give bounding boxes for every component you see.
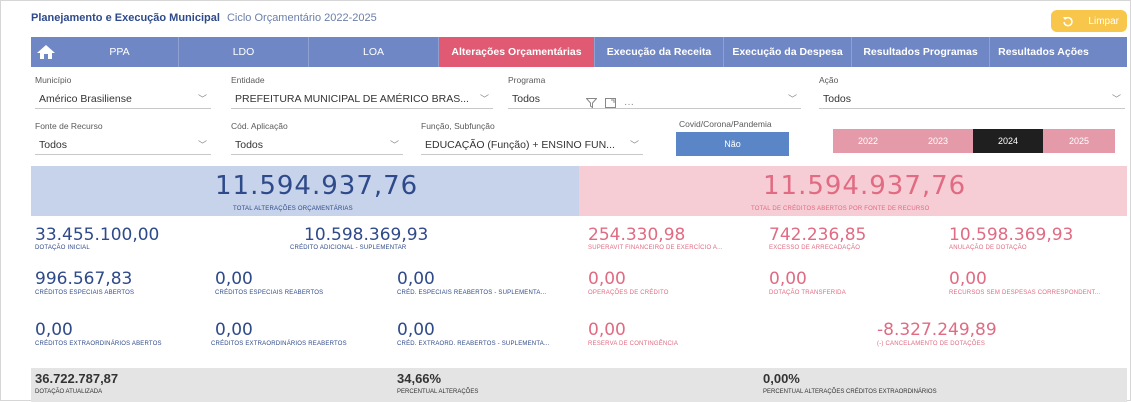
- tab-execucao-despesa[interactable]: Execução da Despesa: [724, 37, 852, 67]
- cred-especiais-reab-supl-value: 0,00: [397, 269, 435, 289]
- cod-aplicacao-label: Cód. Aplicação: [231, 121, 288, 131]
- percentual-alteracoes-value: 34,66%: [397, 371, 442, 386]
- cancelamento-label: (-) CANCELAMENTO DE DOTAÇÕES: [877, 341, 986, 347]
- chevron-down-icon: ﹀: [197, 140, 207, 150]
- credito-suplementar-label: CRÉDITO ADICIONAL - SUPLEMENTAR: [290, 245, 407, 251]
- total-alteracoes-value: 11.594.937,76: [215, 171, 419, 201]
- app-title: Planejamento e Execução Municipal: [31, 12, 220, 24]
- funcao-select[interactable]: EDUCAÇÃO (Função) + ENSINO FUN... ﹀: [421, 135, 643, 155]
- percentual-extra-value: 0,00%: [763, 371, 800, 386]
- tab-resultados-acoes[interactable]: Resultados Ações: [990, 37, 1097, 67]
- tab-execucao-receita[interactable]: Execução da Receita: [595, 37, 724, 67]
- recursos-sem-despesas-label: RECURSOS SEM DESPESAS CORRESPONDENT...: [949, 290, 1101, 296]
- chevron-down-icon: ﹀: [197, 94, 207, 104]
- main-nav: PPA LDO LOA Alterações Orçamentárias Exe…: [31, 37, 1127, 67]
- total-creditos-value: 11.594.937,76: [763, 171, 967, 201]
- credito-suplementar-value: 10.598.369,93: [304, 225, 429, 245]
- municipio-label: Município: [35, 75, 72, 85]
- acao-select[interactable]: Todos ﹀: [819, 89, 1125, 109]
- home-icon: [37, 45, 55, 59]
- cred-extra-reab-supl-label: CRÉD. EXTRAORD. REABERTOS - SUPLEMENTA..…: [397, 341, 550, 347]
- tab-alteracoes-orcamentarias[interactable]: Alterações Orçamentárias: [439, 37, 595, 67]
- fonte-value: Todos: [39, 138, 68, 151]
- chevron-down-icon: ﹀: [479, 94, 489, 104]
- undo-icon: [1063, 16, 1074, 27]
- dotacao-inicial-label: DOTAÇÃO INICIAL: [35, 245, 90, 251]
- dashboard-frame: Planejamento e Execução Municipal Ciclo …: [0, 0, 1131, 402]
- total-alteracoes-label: TOTAL ALTERAÇÕES ORÇAMENTÁRIAS: [233, 206, 353, 212]
- percentual-extra-label: PERCENTUAL ALTERAÇÕES CRÉDITOS EXTRAORDI…: [763, 389, 937, 395]
- chevron-down-icon: ﹀: [629, 140, 639, 150]
- entidade-select[interactable]: PREFEITURA MUNICIPAL DE AMÉRICO BRAS... …: [231, 89, 493, 109]
- dotacao-transferida-value: 0,00: [769, 269, 807, 289]
- programa-select[interactable]: Todos ﹀: [508, 89, 801, 109]
- tab-resultados-programas[interactable]: Resultados Programas: [852, 37, 990, 67]
- cred-extra-reab-supl-value: 0,00: [397, 320, 435, 340]
- fonte-select[interactable]: Todos ﹀: [35, 135, 211, 155]
- excesso-label: EXCESSO DE ARRECADAÇÃO: [769, 245, 861, 251]
- anulacao-label: ANULAÇÃO DE DOTAÇÃO: [949, 245, 1027, 251]
- recursos-sem-despesas-value: 0,00: [949, 269, 987, 289]
- clear-filters-button[interactable]: Limpar: [1051, 10, 1127, 32]
- year-2023-button[interactable]: 2023: [903, 129, 973, 153]
- reserva-label: RESERVA DE CONTINGÊNCIA: [588, 341, 679, 347]
- covid-toggle-button[interactable]: Não: [676, 132, 789, 156]
- covid-label: Covid/Corona/Pandemia: [679, 119, 772, 129]
- dotacao-inicial-value: 33.455.100,00: [35, 225, 160, 245]
- tab-ppa[interactable]: PPA: [61, 37, 179, 67]
- cancelamento-value: -8.327.249,89: [877, 320, 997, 340]
- year-2022-button[interactable]: 2022: [833, 129, 903, 153]
- year-2024-button[interactable]: 2024: [973, 129, 1043, 153]
- superavit-value: 254.330,98: [588, 225, 686, 245]
- focus-mode-icon[interactable]: [605, 98, 616, 111]
- especiais-reabertos-label: CRÉDITOS ESPECIAIS REABERTOS: [215, 290, 324, 296]
- fonte-label: Fonte de Recurso: [35, 121, 103, 131]
- extra-abertos-value: 0,00: [35, 320, 73, 340]
- nav-home[interactable]: [31, 37, 61, 67]
- municipio-select[interactable]: Américo Brasiliense ﹀: [35, 89, 211, 109]
- extra-abertos-label: CRÉDITOS EXTRAORDINÁRIOS ABERTOS: [35, 341, 162, 347]
- cod-aplicacao-select[interactable]: Todos ﹀: [231, 135, 403, 155]
- funcao-value: EDUCAÇÃO (Função) + ENSINO FUN...: [425, 138, 615, 151]
- dotacao-atualizada-value: 36.722.787,87: [35, 371, 119, 386]
- superavit-label: SUPERAVIT FINANCEIRO DE EXERCÍCIO A...: [588, 245, 723, 251]
- filter-icon[interactable]: [585, 98, 598, 111]
- chevron-down-icon: ﹀: [787, 94, 797, 104]
- chevron-down-icon: ﹀: [389, 140, 399, 150]
- clear-label: Limpar: [1088, 15, 1119, 27]
- more-options-icon[interactable]: ···: [624, 99, 634, 110]
- visual-toolbar: ···: [585, 98, 634, 111]
- especiais-reabertos-value: 0,00: [215, 269, 253, 289]
- page-title: Planejamento e Execução Municipal Ciclo …: [31, 12, 377, 30]
- extra-reabertos-label: CRÉDITOS EXTRAORDINÁRIOS REABERTOS: [211, 341, 347, 347]
- acao-value: Todos: [823, 92, 852, 105]
- extra-reabertos-value: 0,00: [215, 320, 253, 340]
- reserva-value: 0,00: [588, 320, 626, 340]
- dotacao-atualizada-label: DOTAÇÃO ATUALIZADA: [35, 389, 103, 395]
- funcao-label: Função, Subfunção: [421, 121, 495, 131]
- cycle-subtitle: Ciclo Orçamentário 2022-2025: [226, 12, 377, 24]
- excesso-value: 742.236,85: [769, 225, 867, 245]
- operacoes-credito-value: 0,00: [588, 269, 626, 289]
- chevron-down-icon: ﹀: [1111, 94, 1121, 104]
- entidade-value: PREFEITURA MUNICIPAL DE AMÉRICO BRAS...: [235, 92, 469, 105]
- programa-label: Programa: [508, 75, 546, 85]
- summary-band: [31, 368, 1127, 402]
- municipio-value: Américo Brasiliense: [39, 92, 132, 105]
- cod-aplicacao-value: Todos: [235, 138, 264, 151]
- percentual-alteracoes-label: PERCENTUAL ALTERAÇÕES: [397, 389, 479, 395]
- entidade-label: Entidade: [231, 75, 265, 85]
- dotacao-transferida-label: DOTAÇÃO TRANSFERIDA: [769, 290, 846, 296]
- programa-value: Todos: [512, 92, 541, 105]
- especiais-abertos-value: 996.567,83: [35, 269, 133, 289]
- total-creditos-label: TOTAL DE CRÉDITOS ABERTOS POR FONTE DE R…: [751, 206, 930, 212]
- anulacao-value: 10.598.369,93: [949, 225, 1074, 245]
- especiais-abertos-label: CRÉDITOS ESPECIAIS ABERTOS: [35, 290, 135, 296]
- tab-loa[interactable]: LOA: [309, 37, 439, 67]
- operacoes-credito-label: OPERAÇÕES DE CRÉDITO: [588, 290, 669, 296]
- tab-ldo[interactable]: LDO: [179, 37, 309, 67]
- acao-label: Ação: [819, 75, 839, 85]
- year-2025-button[interactable]: 2025: [1043, 129, 1115, 153]
- cred-especiais-reab-supl-label: CRÉD. ESPECIAIS REABERTOS - SUPLEMENTA..…: [397, 290, 547, 296]
